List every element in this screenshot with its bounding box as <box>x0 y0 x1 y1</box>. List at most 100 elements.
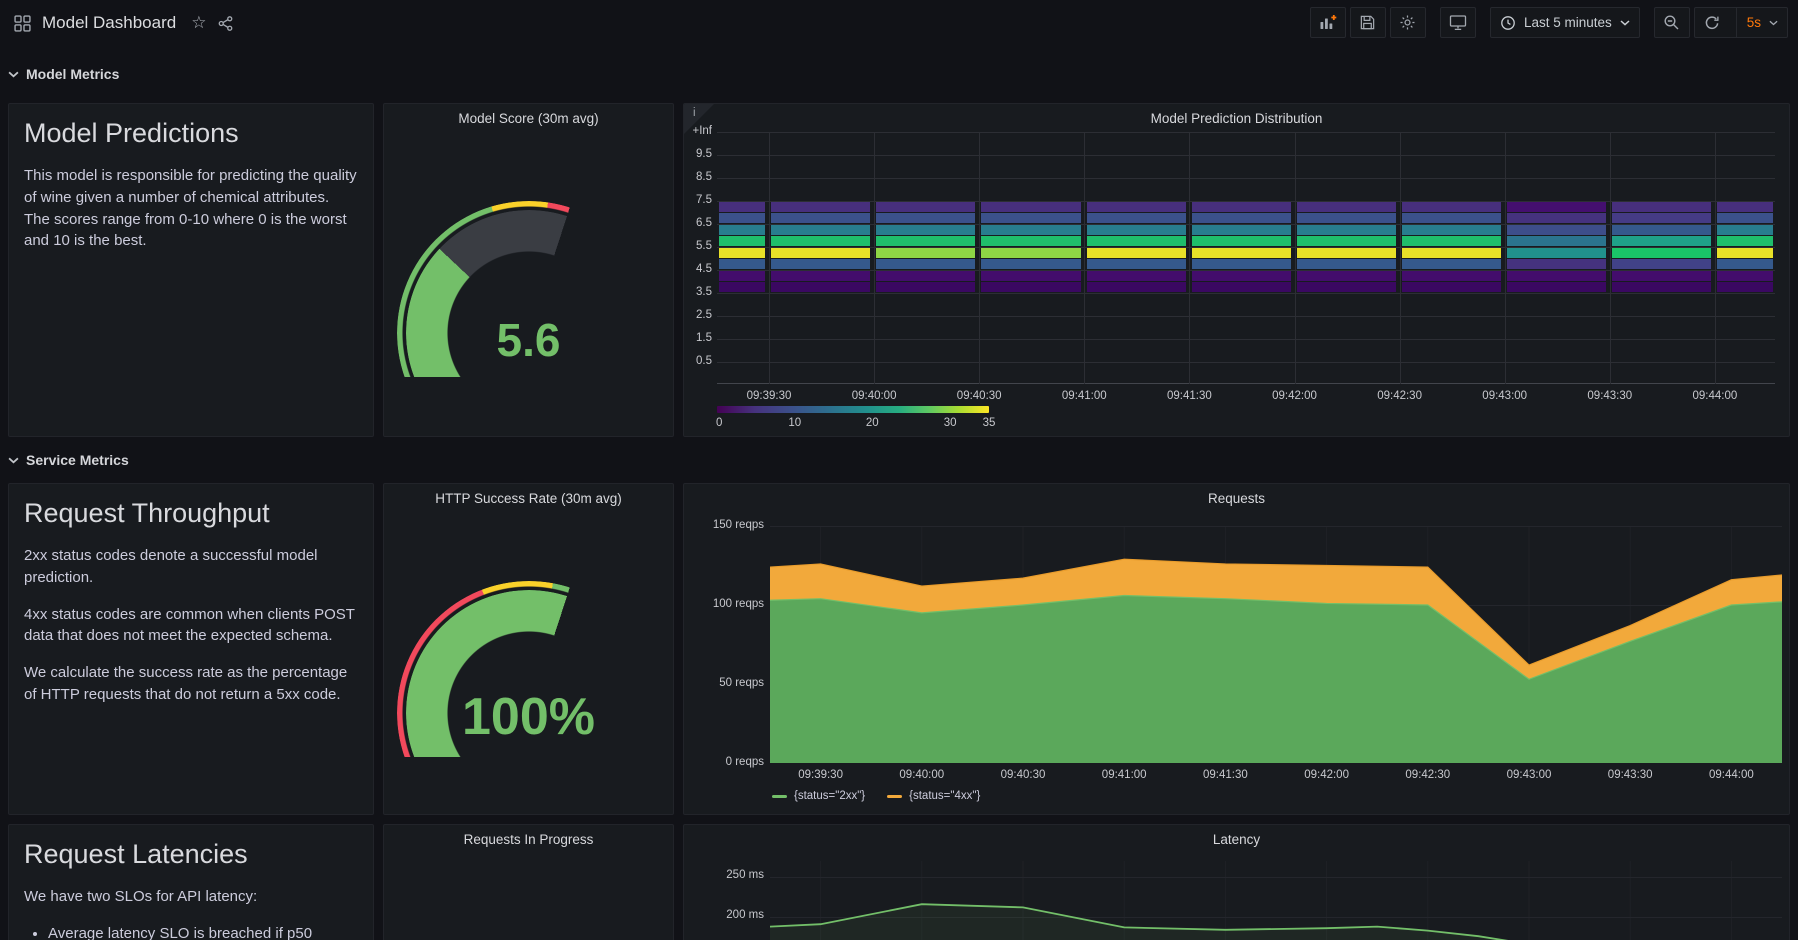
heatmap-cell <box>1087 236 1186 246</box>
star-icon[interactable]: ☆ <box>191 13 206 33</box>
heatmap-cell <box>1402 271 1501 281</box>
panel-title[interactable]: Requests <box>684 491 1789 506</box>
heatmap-cell <box>1402 248 1501 258</box>
axis-tick-label: 250 ms <box>684 869 764 881</box>
panel-title[interactable]: HTTP Success Rate (30m avg) <box>384 491 673 506</box>
heatmap-cell <box>1087 259 1186 269</box>
axis-tick-label: 7.5 <box>684 194 712 206</box>
heatmap-cell <box>876 248 975 258</box>
axis-tick-label: 09:43:00 <box>1494 769 1564 781</box>
add-panel-button[interactable] <box>1310 7 1346 38</box>
text-panel-body: This model is responsible for predicting… <box>24 165 358 252</box>
gridline <box>1295 132 1296 384</box>
heatmap-cell <box>1717 259 1773 269</box>
text-panel-heading: Request Latencies <box>24 839 358 870</box>
gridline <box>1715 132 1716 384</box>
panel-model-predictions: Model Predictions This model is responsi… <box>8 103 374 437</box>
legend-label[interactable]: {status="4xx"} <box>909 790 980 802</box>
gridline <box>717 132 1775 133</box>
panel-title[interactable]: Requests In Progress <box>384 832 673 847</box>
heatmap-cell <box>1402 213 1501 223</box>
heatmap-cell <box>1087 248 1186 258</box>
legend-label[interactable]: {status="2xx"} <box>794 790 865 802</box>
heatmap-cell <box>1087 225 1186 235</box>
refresh-picker[interactable]: 5s <box>1694 7 1788 38</box>
heatmap-cell <box>771 271 870 281</box>
axis-tick-label: 09:44:00 <box>1696 769 1766 781</box>
heatmap-cell <box>1612 202 1711 212</box>
time-range-picker[interactable]: Last 5 minutes <box>1490 7 1640 38</box>
axis-tick-label: 09:42:00 <box>1292 769 1362 781</box>
heatmap-cell <box>1717 213 1773 223</box>
axis-tick-label: 09:43:30 <box>1575 390 1645 402</box>
grafana-dashboard: Model Dashboard ☆ <box>0 0 1798 940</box>
axis-tick-label: 09:44:00 <box>1680 390 1750 402</box>
heatmap-cell <box>1087 202 1186 212</box>
heatmap-cell <box>1087 282 1186 292</box>
latency-plot[interactable] <box>770 825 1782 940</box>
gauge-http-success-rate: 100% <box>397 581 661 757</box>
axis-tick-label: 09:43:00 <box>1470 390 1540 402</box>
text-panel-intro: We have two SLOs for API latency: <box>24 886 358 908</box>
legend-item[interactable]: {status="4xx"} <box>887 790 980 802</box>
legend-item[interactable]: {status="2xx"} <box>772 790 865 802</box>
heatmap-cell <box>719 259 765 269</box>
save-dashboard-button[interactable] <box>1350 7 1386 38</box>
panel-latency: Latency 250 ms200 ms <box>683 824 1790 940</box>
axis-tick-label: 50 reqps <box>684 677 764 689</box>
zoom-out-button[interactable] <box>1654 7 1690 38</box>
heatmap-cell <box>1297 271 1396 281</box>
heatmap-cell <box>981 225 1081 235</box>
gridline <box>1505 132 1506 384</box>
requests-plot[interactable] <box>770 526 1782 763</box>
heatmap-cell <box>771 202 870 212</box>
paragraph: We calculate the success rate as the per… <box>24 662 358 706</box>
gauge-value: 5.6 <box>397 313 661 367</box>
share-icon[interactable] <box>217 15 234 32</box>
heatmap-cell <box>1402 282 1501 292</box>
cycle-view-button[interactable] <box>1440 7 1476 38</box>
row-header-model-metrics[interactable]: Model Metrics <box>8 66 119 82</box>
panel-prediction-distribution: i Model Prediction Distribution +Inf9.58… <box>683 103 1790 437</box>
axis-tick-label: 09:40:00 <box>839 390 909 402</box>
heatmap-plot[interactable] <box>717 132 1775 384</box>
heatmap-cell <box>1192 236 1291 246</box>
text-panel-content: Request Throughput 2xx status codes deno… <box>9 484 373 814</box>
chevron-down-icon <box>1769 20 1778 26</box>
axis-tick-label: 09:42:30 <box>1393 769 1463 781</box>
row-header-service-metrics[interactable]: Service Metrics <box>8 452 129 468</box>
heatmap-cell <box>771 236 870 246</box>
panel-title[interactable]: Model Score (30m avg) <box>384 111 673 126</box>
heatmap-cell <box>1507 248 1606 258</box>
legend-series-dash <box>772 795 787 798</box>
heatmap-cell <box>1192 248 1291 258</box>
text-panel-bullets: Average latency SLO is breached if p50 l… <box>32 923 358 940</box>
heatmap-cell <box>1507 225 1606 235</box>
heatmap-cell <box>1192 202 1291 212</box>
requests-chart-svg[interactable] <box>770 526 1782 763</box>
axis-tick-label: 6.5 <box>684 217 712 229</box>
axis-tick-label: 3.5 <box>684 286 712 298</box>
axis-tick-label: 09:42:30 <box>1365 390 1435 402</box>
row-title: Model Metrics <box>26 66 119 82</box>
gauge-value: 100% <box>397 687 661 747</box>
heatmap-cell <box>1717 271 1773 281</box>
gridline <box>717 178 1775 179</box>
axis-tick-label: 09:41:00 <box>1049 390 1119 402</box>
axis-tick-label: 09:39:30 <box>786 769 856 781</box>
refresh-interval-label[interactable]: 5s <box>1747 15 1761 30</box>
heatmap-cell <box>1717 225 1773 235</box>
clock-icon <box>1500 15 1516 31</box>
panel-info-corner[interactable] <box>684 104 714 134</box>
dashboard-settings-button[interactable] <box>1390 7 1426 38</box>
heatmap-cell <box>1087 213 1186 223</box>
latency-chart-svg[interactable] <box>770 825 1782 940</box>
legend-series-dash <box>887 795 902 798</box>
dashboard-title[interactable]: Model Dashboard <box>42 13 176 33</box>
gridline <box>979 132 980 384</box>
info-icon[interactable]: i <box>693 107 696 119</box>
panel-title[interactable]: Model Prediction Distribution <box>684 111 1789 126</box>
dashboard-grid-icon[interactable] <box>14 15 31 32</box>
gridline <box>717 293 1775 294</box>
axis-tick-label: 09:40:00 <box>887 769 957 781</box>
